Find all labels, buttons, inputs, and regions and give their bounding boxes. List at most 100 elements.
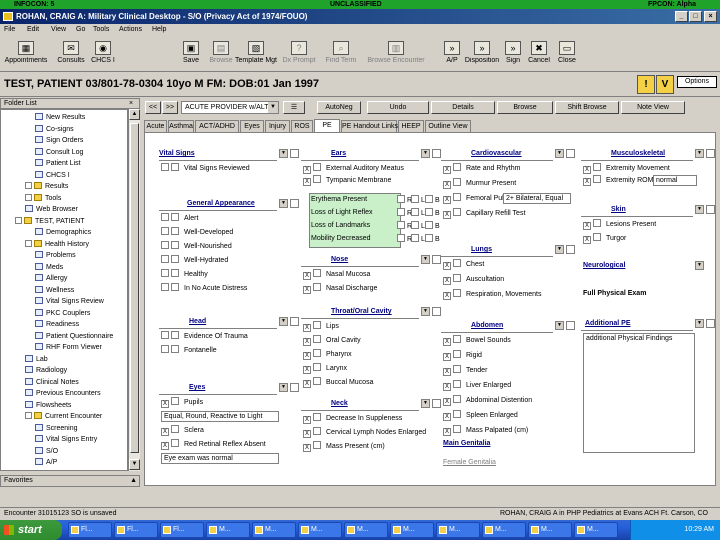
tree-item[interactable]: Problems (35, 251, 76, 261)
tree-item[interactable]: Tools (25, 193, 61, 204)
tree-item[interactable]: Meds (35, 262, 63, 273)
menu-edit[interactable]: Edit (27, 24, 39, 36)
appointments-button[interactable]: ▦ Appointments (2, 40, 50, 70)
nose-checkbox[interactable] (432, 255, 441, 264)
tree-item[interactable]: PKC Couplers (35, 308, 90, 319)
tree-item[interactable]: TEST, PATIENT (15, 216, 85, 227)
note-view-button[interactable]: Note View (621, 101, 685, 114)
nose-title[interactable]: Nose (331, 255, 348, 265)
scroll-down-icon[interactable]: ▼ (129, 459, 140, 470)
normal-checkbox[interactable]: X (443, 211, 451, 219)
normal-checkbox[interactable]: X (303, 366, 311, 374)
normal-checkbox[interactable]: X (303, 352, 311, 360)
normal-checkbox[interactable]: X (443, 338, 451, 346)
abnormal-checkbox[interactable] (171, 269, 179, 277)
abnormal-checkbox[interactable] (171, 227, 179, 235)
options-button[interactable]: Options (677, 76, 717, 88)
vital_signs-dropdown-icon[interactable]: ▼ (279, 149, 288, 158)
normal-checkbox[interactable]: X (161, 442, 169, 450)
abnormal-checkbox[interactable] (313, 283, 321, 291)
menu-actions[interactable]: Actions (119, 24, 142, 36)
musculoskeletal-dropdown-icon[interactable]: ▼ (695, 149, 704, 158)
menu-tools[interactable]: Tools (93, 24, 109, 36)
abnormal-checkbox[interactable] (313, 269, 321, 277)
ear-side-checkbox[interactable] (397, 221, 405, 229)
normal-checkbox[interactable]: X (303, 444, 311, 452)
tree-item[interactable]: Flowsheets (25, 400, 71, 411)
tree-item[interactable]: Wellness (35, 285, 74, 296)
expand-icon[interactable] (25, 239, 32, 247)
normal-checkbox[interactable]: X (443, 277, 451, 285)
normal-checkbox[interactable]: X (443, 368, 451, 376)
tree-item[interactable]: Radiology (25, 366, 67, 376)
tree-item[interactable]: Sign Orders (35, 136, 83, 146)
disposition-button[interactable]: » Disposition (462, 40, 502, 70)
chcs-button[interactable]: ◉ CHCS I (84, 40, 122, 70)
tab-pe-handout-links[interactable]: PE Handout Links (341, 120, 398, 132)
abnormal-checkbox[interactable] (313, 363, 321, 371)
tree-item[interactable]: Patient List (35, 159, 81, 169)
find-term-button[interactable]: ⌕ Find Term (322, 40, 360, 70)
abnormal-checkbox[interactable] (171, 345, 179, 353)
tree-item[interactable]: New Results (35, 113, 85, 123)
head-dropdown-icon[interactable]: ▼ (279, 317, 288, 326)
cancel-button[interactable]: ✖ Cancel (524, 40, 554, 70)
tree-item[interactable]: Lab (25, 354, 48, 365)
taskbar-item[interactable]: M... (298, 522, 342, 538)
normal-checkbox[interactable]: X (443, 181, 451, 189)
abnormal-checkbox[interactable] (313, 321, 321, 329)
start-button[interactable]: start (0, 520, 62, 540)
abnormal-checkbox[interactable] (453, 425, 461, 433)
abnormal-checkbox[interactable] (453, 365, 461, 373)
cardiovascular-title[interactable]: Cardiovascular (471, 149, 522, 159)
ears-checkbox[interactable] (432, 149, 441, 158)
normal-checkbox[interactable] (161, 227, 169, 235)
back-button[interactable]: << (145, 101, 161, 114)
normal-checkbox[interactable] (161, 241, 169, 249)
neurological-title[interactable]: Neurological (583, 261, 625, 271)
menu-file[interactable]: File (4, 24, 15, 36)
musculoskeletal-checkbox[interactable] (706, 149, 715, 158)
tree-item[interactable]: Allergy (35, 274, 67, 284)
tab-eyes[interactable]: Eyes (240, 120, 264, 132)
tab-pe[interactable]: PE (314, 119, 340, 132)
abnormal-checkbox[interactable] (171, 439, 179, 447)
abnormal-checkbox[interactable] (313, 163, 321, 171)
normal-checkbox[interactable]: X (443, 398, 451, 406)
taskbar-item[interactable]: M... (252, 522, 296, 538)
normal-checkbox[interactable]: X (303, 272, 311, 280)
abnormal-checkbox[interactable] (313, 413, 321, 421)
eyes-title[interactable]: Eyes (189, 383, 205, 393)
abdomen-checkbox[interactable] (566, 321, 575, 330)
taskbar-item[interactable]: M... (528, 522, 572, 538)
tree-item[interactable]: Patient Questionnaire (35, 331, 113, 342)
normal-checkbox[interactable]: X (443, 383, 451, 391)
throat-checkbox[interactable] (432, 307, 441, 316)
additional_pe-checkbox[interactable] (706, 319, 715, 328)
abnormal-checkbox[interactable] (593, 233, 601, 241)
close-window-button[interactable]: × (704, 11, 717, 22)
expand-icon[interactable] (25, 412, 32, 419)
browse-encounter-button[interactable]: ▥ Browse Encounter (365, 40, 427, 70)
abnormal-checkbox[interactable] (313, 377, 321, 385)
normal-checkbox[interactable] (161, 255, 169, 263)
favorites-pane[interactable]: Favorites ▲ (0, 475, 140, 487)
normal-checkbox[interactable]: X (583, 222, 591, 230)
abnormal-checkbox[interactable] (313, 441, 321, 449)
abnormal-checkbox[interactable] (453, 410, 461, 418)
normal-checkbox[interactable]: X (303, 324, 311, 332)
ear-side-checkbox[interactable] (425, 195, 433, 203)
alert-icon[interactable]: ! (637, 75, 655, 94)
skin-checkbox[interactable] (706, 205, 715, 214)
throat-title[interactable]: Throat/Oral Cavity (331, 307, 392, 317)
normal-checkbox[interactable]: X (443, 196, 451, 204)
ear-side-checkbox[interactable] (425, 234, 433, 242)
normal-checkbox[interactable]: X (443, 166, 451, 174)
tree-item[interactable]: Current Encounter (25, 412, 102, 422)
taskbar-item[interactable]: M... (436, 522, 480, 538)
ear-side-checkbox[interactable] (411, 221, 419, 229)
undo-button[interactable]: Undo (367, 101, 429, 114)
ears-dropdown-icon[interactable]: ▼ (421, 149, 430, 158)
abnormal-checkbox[interactable] (171, 163, 179, 171)
additional_pe-title[interactable]: Additional PE (585, 319, 631, 329)
